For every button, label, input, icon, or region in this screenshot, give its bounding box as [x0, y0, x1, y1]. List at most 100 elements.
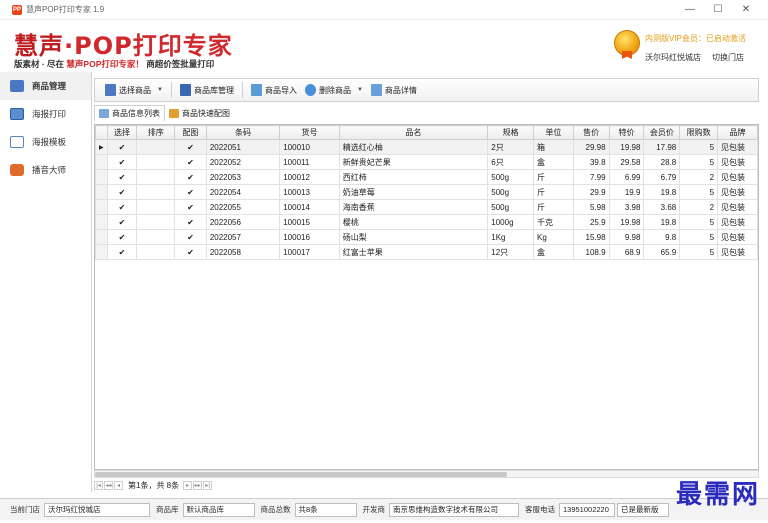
column-header[interactable]: 条码 [205, 125, 281, 140]
sidebar-item-poster-print[interactable]: 海报打印 [0, 100, 91, 128]
checkbox-cell[interactable]: ✔ [106, 229, 138, 245]
goods-library-icon [179, 84, 191, 96]
table-row[interactable]: ✔ ✔ 2022056 100015 樱桃 1000g 千克 25.9 19.98 19.8 5 见包… [95, 214, 758, 230]
checkbox-cell[interactable]: ✔ [174, 169, 207, 185]
table-cell: 6只 [487, 154, 534, 170]
table-cell: 砀山梨 [338, 229, 489, 245]
service-phone-value: 13951002220 [559, 502, 615, 517]
checkbox-cell[interactable]: ✔ [174, 184, 207, 200]
import-icon [250, 84, 262, 96]
table-cell: 2022058 [205, 244, 281, 260]
checkbox-cell[interactable]: ✔ [106, 199, 138, 215]
tab-quick-image-label: 商品快速配图 [182, 108, 230, 118]
column-header[interactable]: 会员价 [643, 125, 681, 140]
prev-button[interactable]: ◂ [114, 480, 123, 490]
table-cell: 19.98 [608, 139, 645, 155]
table-cell: 5 [679, 139, 719, 155]
column-header[interactable]: 特价 [608, 125, 645, 140]
goods-lib-value: 默认商品库 [182, 502, 255, 517]
table-cell [136, 229, 176, 245]
prev-page-group-button[interactable]: ◂◂ [104, 480, 113, 490]
table-cell: 12只 [487, 244, 534, 260]
table-row[interactable]: ✔ ✔ 2022055 100014 海南香蕉 500g 斤 5.98 3.98 3.68 2 见包装 [95, 199, 758, 215]
current-store-value: 沃尔玛红悦城店 [44, 502, 150, 517]
table-cell: 6.99 [608, 169, 645, 185]
table-cell: 29.98 [572, 139, 610, 155]
table-cell: 19.98 [608, 214, 645, 230]
checkbox-cell[interactable]: ✔ [106, 244, 138, 260]
scrollbar-thumb[interactable] [95, 472, 507, 477]
sidebar-item-label: 播音大师 [32, 165, 67, 175]
table-cell: 2022057 [205, 229, 281, 245]
goods-detail-button[interactable]: 商品详情 [367, 80, 421, 100]
table-cell: 500g [487, 169, 534, 185]
switch-store-link[interactable]: 切换门店 [712, 52, 744, 63]
developer-value: 南京思维构造数字技术有限公司 [389, 502, 519, 517]
next-page-group-button[interactable]: ▸▸ [193, 480, 203, 490]
table-row[interactable]: ✔ ✔ 2022058 100017 红富士苹果 12只盒 108.9 68.9 65.9 5 见包… [95, 244, 758, 260]
column-header[interactable]: 货号 [279, 125, 340, 140]
tab-quick-image[interactable]: 商品快速配图 [165, 105, 234, 121]
table-cell: 9.98 [608, 229, 645, 245]
table-cell: 盒 [532, 154, 574, 170]
table-cell: 新鲜贵妃芒果 [338, 154, 489, 170]
window-controls: — ☐ ✕ [676, 0, 760, 20]
tab-goods-list[interactable]: 商品信息列表 [94, 105, 165, 121]
table-row[interactable]: ✔ ✔ 2022053 100012 西红柿 500g 斤 7.99 6.99 6.79 2 见包装 [95, 169, 758, 185]
select-goods-button[interactable]: 选择商品 ▼ [101, 80, 167, 100]
table-cell: 2022054 [205, 184, 281, 200]
horizontal-scrollbar[interactable] [94, 470, 759, 478]
chevron-down-icon[interactable]: ▼ [157, 87, 163, 93]
sidebar-item-poster-template[interactable]: 海报模板 [0, 128, 91, 156]
column-header[interactable]: 配图 [174, 125, 207, 140]
table-cell: 500g [487, 199, 534, 215]
table-cell: 19.9 [608, 184, 645, 200]
version-status: 已是最新版 [617, 502, 669, 517]
checkbox-cell[interactable]: ✔ [174, 214, 207, 230]
watermark: 最需网 [675, 480, 760, 510]
table-cell: 见包装 [717, 199, 758, 215]
checkbox-cell[interactable]: ✔ [106, 139, 138, 155]
column-header[interactable]: 品名 [338, 125, 489, 140]
checkbox-cell[interactable]: ✔ [106, 214, 138, 230]
goods-library-button[interactable]: 商品库管理 [176, 80, 238, 100]
chevron-down-icon[interactable]: ▼ [357, 87, 363, 93]
checkbox-cell[interactable]: ✔ [174, 244, 207, 260]
checkbox-cell[interactable]: ✔ [106, 154, 138, 170]
checkbox-cell[interactable]: ✔ [174, 139, 207, 155]
vip-status[interactable]: 内测版VIP会员：已启动激活 [645, 33, 746, 44]
table-cell: 9.8 [643, 229, 681, 245]
next-button[interactable]: ▸ [183, 480, 193, 490]
table-cell [136, 184, 176, 200]
minimize-button[interactable]: — [676, 0, 704, 20]
sidebar-item-label: 海报模板 [32, 137, 67, 147]
column-header[interactable]: 单位 [532, 125, 574, 140]
table-cell: 见包装 [717, 184, 758, 200]
checkbox-cell[interactable]: ✔ [174, 199, 207, 215]
column-header[interactable]: 选择 [106, 125, 138, 140]
sidebar-item-goods[interactable]: 商品管理 [0, 72, 91, 100]
last-page-button[interactable]: ▸| [203, 480, 213, 490]
select-goods-icon [105, 84, 116, 96]
delete-goods-button[interactable]: 删除商品 ▼ [301, 80, 367, 100]
column-header[interactable]: 排序 [136, 125, 176, 140]
checkbox-cell[interactable]: ✔ [174, 229, 207, 245]
table-row[interactable]: ✔ ✔ 2022052 100011 新鲜贵妃芒果 6只盒 39.8 29.58 28.8 5 见包… [95, 154, 758, 170]
table-row[interactable]: ✔ ✔ 2022057 100016 砀山梨 1Kg Kg 15.98 9.98 9.8 5 见包装 [95, 229, 758, 245]
table-row[interactable]: ▶ ✔ ✔ 2022051 100010 精选红心柚 2只箱 29.98 19.98 17.98 5… [95, 139, 758, 155]
maximize-button[interactable]: ☐ [704, 0, 732, 20]
close-button[interactable]: ✕ [732, 0, 760, 20]
checkbox-cell[interactable]: ✔ [174, 154, 207, 170]
tagline-prefix: 版素材 · 尽在 [14, 59, 67, 69]
column-header[interactable]: 限购数 [679, 125, 719, 140]
sidebar-item-broadcast[interactable]: 播音大师 [0, 156, 91, 184]
checkbox-cell[interactable]: ✔ [106, 169, 138, 185]
import-goods-button[interactable]: 商品导入 [247, 80, 301, 100]
current-row-indicator: ▶ [95, 139, 108, 155]
first-page-button[interactable]: |◂ [94, 480, 103, 490]
table-row[interactable]: ✔ ✔ 2022054 100013 奶油草莓 500g 斤 29.9 19.9 19.8 5 见包装 [95, 184, 758, 200]
column-header[interactable]: 售价 [572, 125, 610, 140]
checkbox-cell[interactable]: ✔ [106, 184, 138, 200]
column-header[interactable]: 品牌 [717, 125, 758, 140]
column-header[interactable]: 规格 [487, 125, 534, 140]
